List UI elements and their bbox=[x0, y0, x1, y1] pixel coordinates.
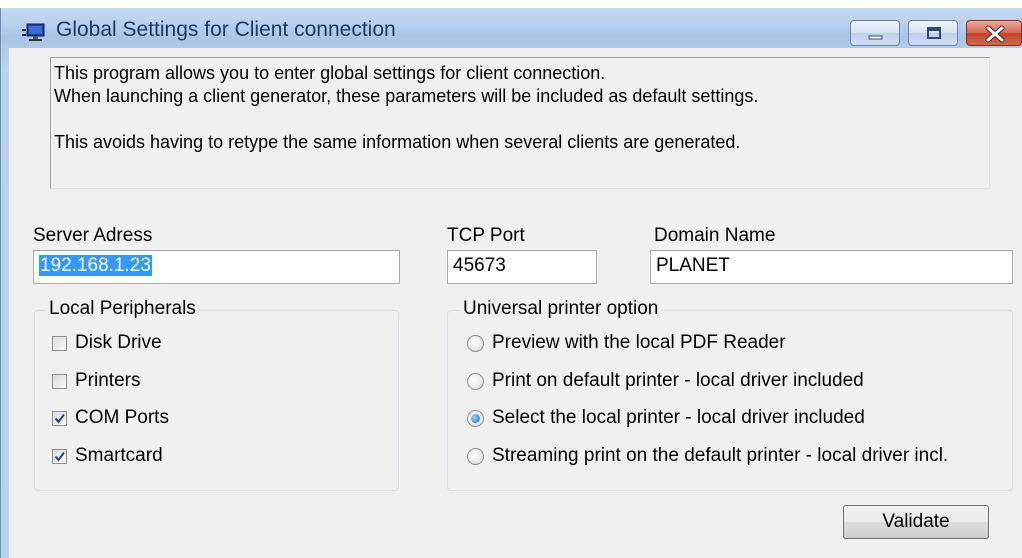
validate-button[interactable]: Validate bbox=[843, 505, 989, 539]
checkbox-box[interactable] bbox=[52, 410, 67, 426]
printers-checkbox[interactable]: Printers bbox=[52, 368, 140, 394]
radio-select-local-printer-label: Select the local printer - local driver … bbox=[492, 407, 865, 428]
radio-button[interactable] bbox=[467, 334, 484, 352]
radio-streaming-print-label: Streaming print on the default printer -… bbox=[492, 445, 949, 466]
maximize-icon bbox=[927, 27, 941, 39]
info-line-2: When launching a client generator, these… bbox=[54, 86, 759, 106]
tcp-port-label: TCP Port bbox=[447, 225, 525, 246]
radio-select-local-printer[interactable]: Select the local printer - local driver … bbox=[467, 405, 865, 431]
radio-button[interactable] bbox=[467, 447, 484, 465]
monitor-network-icon bbox=[22, 22, 48, 44]
checkmark-icon bbox=[54, 451, 65, 462]
minimize-icon bbox=[868, 35, 883, 40]
maximize-button[interactable] bbox=[908, 20, 958, 46]
radio-default-printer-label: Print on default printer - local driver … bbox=[492, 370, 864, 391]
close-icon bbox=[985, 25, 1005, 43]
disk-drive-checkbox[interactable]: Disk Drive bbox=[52, 330, 162, 356]
smartcard-checkbox[interactable]: Smartcard bbox=[52, 443, 163, 469]
server-address-value: 192.168.1.23 bbox=[39, 255, 152, 276]
server-address-input[interactable]: 192.168.1.23 bbox=[33, 250, 400, 284]
radio-button[interactable] bbox=[467, 372, 484, 390]
info-line-1: This program allows you to enter global … bbox=[54, 63, 606, 83]
printer-option-title: Universal printer option bbox=[460, 298, 662, 320]
close-button[interactable] bbox=[966, 20, 1022, 46]
info-panel: This program allows you to enter global … bbox=[50, 57, 990, 189]
radio-streaming-print[interactable]: Streaming print on the default printer -… bbox=[467, 443, 948, 469]
radio-preview-pdf-label: Preview with the local PDF Reader bbox=[492, 332, 786, 353]
title-bar[interactable]: Global Settings for Client connection bbox=[0, 8, 1022, 48]
smartcard-label: Smartcard bbox=[75, 445, 163, 466]
com-ports-label: COM Ports bbox=[75, 407, 169, 428]
checkmark-icon bbox=[54, 413, 65, 424]
server-address-label: Server Adress bbox=[33, 225, 153, 246]
radio-selected-dot bbox=[471, 413, 480, 423]
com-ports-checkbox[interactable]: COM Ports bbox=[52, 405, 169, 431]
disk-drive-label: Disk Drive bbox=[75, 332, 162, 353]
radio-button[interactable] bbox=[467, 409, 484, 427]
minimize-button[interactable] bbox=[850, 20, 900, 46]
domain-name-input[interactable]: PLANET bbox=[650, 250, 1013, 284]
checkbox-box[interactable] bbox=[52, 335, 67, 351]
radio-preview-pdf[interactable]: Preview with the local PDF Reader bbox=[467, 330, 786, 356]
tcp-port-input[interactable]: 45673 bbox=[447, 250, 597, 284]
info-line-3: This avoids having to retype the same in… bbox=[54, 132, 741, 152]
radio-default-printer[interactable]: Print on default printer - local driver … bbox=[467, 368, 864, 394]
checkbox-box[interactable] bbox=[52, 448, 67, 464]
checkbox-box[interactable] bbox=[52, 373, 67, 389]
domain-name-label: Domain Name bbox=[654, 225, 776, 246]
printers-label: Printers bbox=[75, 370, 141, 391]
local-peripherals-title: Local Peripherals bbox=[46, 298, 199, 320]
window-title: Global Settings for Client connection bbox=[56, 18, 396, 41]
